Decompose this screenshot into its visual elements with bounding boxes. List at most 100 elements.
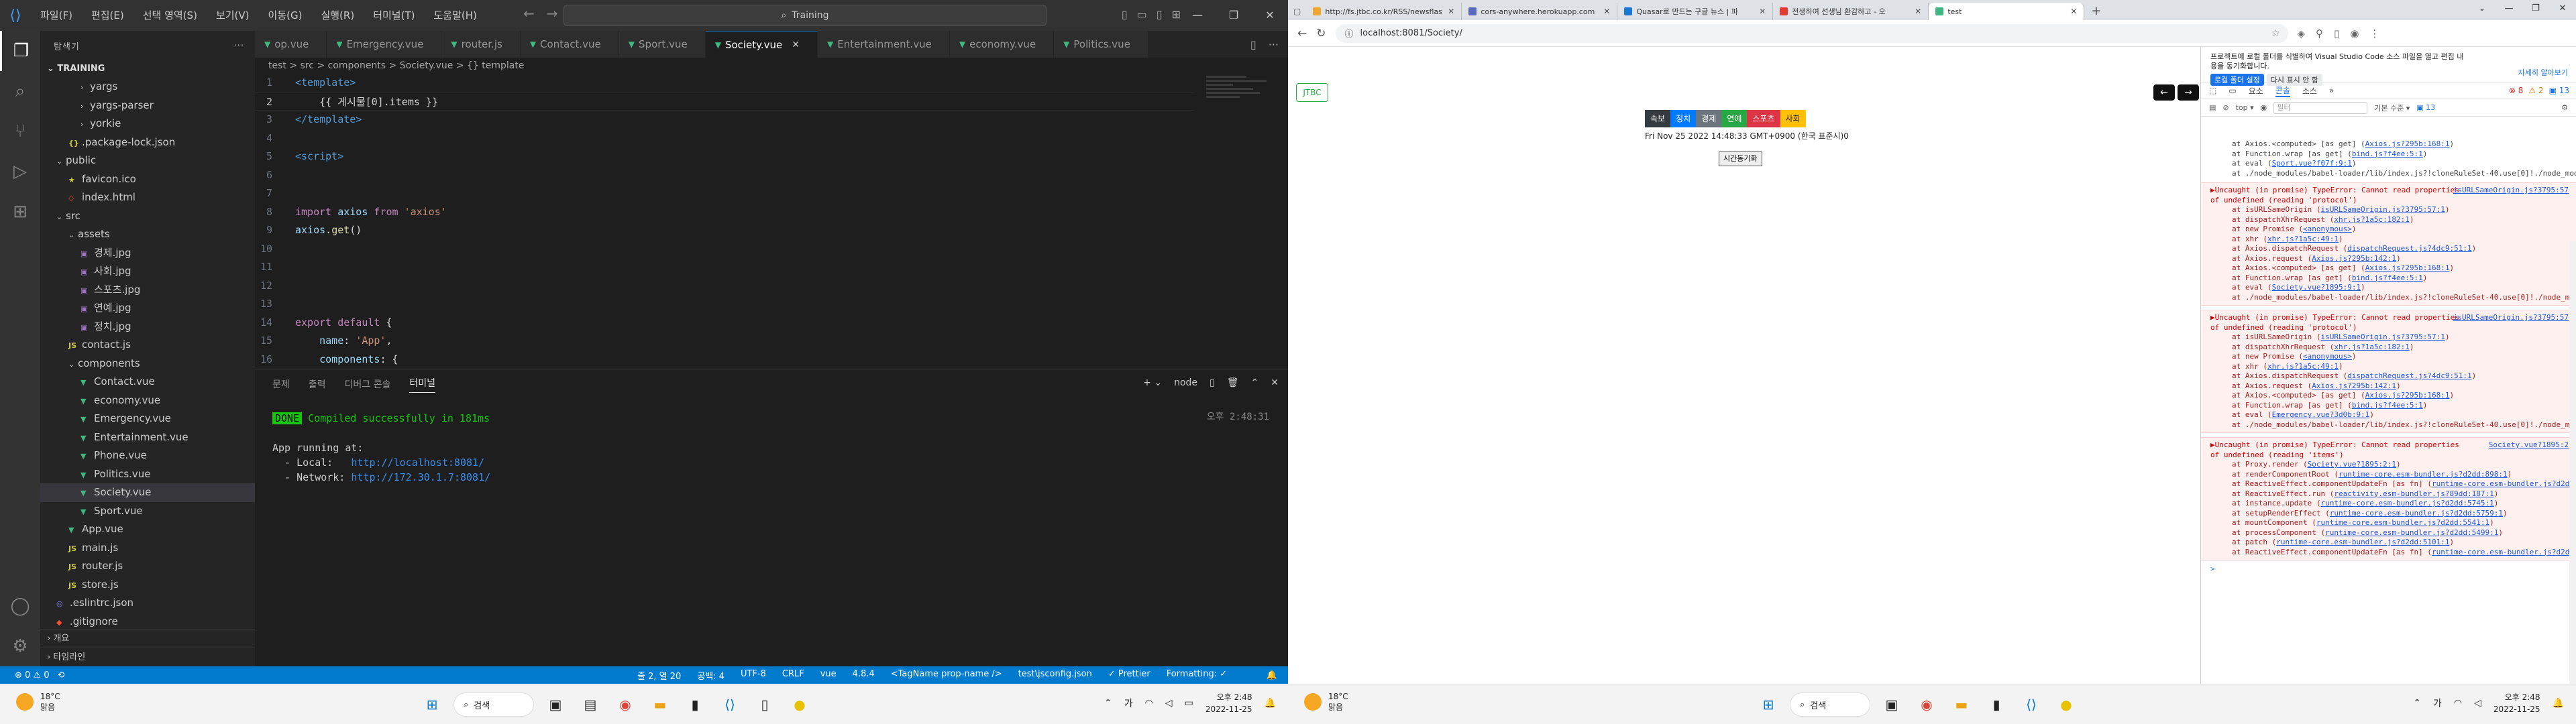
notification-bell-icon[interactable]: 🔔 [1267,670,1277,680]
source-link[interactable]: xhr.js?1a5c:182:1 [2334,215,2410,224]
source-link[interactable]: xhr.js?1a5c:49:1 [2267,362,2339,371]
issues-badge[interactable]: ▣ 13 [2416,103,2435,112]
file-tree-item[interactable]: JS contact.js [40,336,255,355]
code-line[interactable]: 12 [255,277,1194,296]
console-error[interactable]: ▶Uncaught (in promise) TypeError: Cannot… [2201,437,2576,560]
menu-item[interactable]: 선택 영역(S) [133,0,207,31]
file-tree-item[interactable]: ▣ 연예.jpg [40,299,255,318]
command-center-search[interactable]: ⌕ Training [564,5,1046,26]
sidepanel-icon[interactable]: ▯ [2334,27,2339,40]
console-error[interactable]: ▶Uncaught (in promise) TypeError: Cannot… [2201,182,2576,306]
toggle-sidebar-icon[interactable]: ▯ [1122,8,1128,21]
status-item[interactable]: UTF-8 [741,669,766,682]
reload-icon[interactable]: ↻ [1316,27,1326,40]
notification-bell-icon[interactable]: 🔔 [1265,698,1276,709]
file-tree-item[interactable]: ⌄ src [40,207,255,226]
close-icon[interactable]: ✕ [1252,0,1288,31]
live-share-icon[interactable]: ⟲ [58,670,65,680]
panel-tab[interactable]: 문제 [272,377,290,391]
source-control-icon[interactable]: ⑂ [0,111,40,152]
close-tab-icon[interactable]: ✕ [1915,7,1921,16]
file-tree-item[interactable]: {} .package-lock.json [40,133,255,152]
console-settings-gear-icon[interactable]: ⚙ [2561,103,2568,112]
vscode-icon[interactable]: ⟨⟩ [716,691,743,718]
status-item[interactable]: Formatting: ✓ [1167,669,1227,682]
code-line[interactable]: 1 <template> [255,74,1194,93]
source-link[interactable]: dispatchRequest.js?4dc9:51:1 [2347,244,2471,253]
count-badge[interactable]: ▣ 13 [2549,86,2569,95]
more-tabs-icon[interactable]: » [2329,86,2334,95]
clock[interactable]: 오후 2:48 2022-11-25 [1205,691,1252,715]
code-line[interactable]: 8 import axios from 'axios' [255,203,1194,222]
account-icon[interactable]: ◯ [0,586,40,626]
wifi-icon[interactable]: ◠ [2454,698,2462,709]
kakaotalk-icon[interactable]: ● [2053,691,2080,718]
log-level-select[interactable]: 기본 수준 ▾ [2374,103,2410,113]
file-tree-item[interactable]: ▣ 스포츠.jpg [40,281,255,300]
notification-bell-icon[interactable]: 🔔 [2553,698,2564,709]
problems-status[interactable]: ⊗ 0 ⚠ 0 [15,670,50,680]
forward-arrow-icon[interactable]: → [547,5,558,21]
source-link[interactable]: reactivity.esm-bundler.js?89dd:187:1 [2334,489,2493,498]
toggle-secondary-icon[interactable]: ▯ [1157,8,1163,21]
status-item[interactable]: <TagName prop-name /> [891,669,1002,682]
minimize-icon[interactable]: ⌄ [2469,0,2496,17]
source-link[interactable]: Society.vue?1895:9:1 [2272,283,2361,292]
status-item[interactable]: 4.8.4 [853,669,875,682]
source-link[interactable]: bind.js?f4ee:5:1 [2352,149,2423,158]
console-log[interactable]: at Axios.<computed> [as get] (Axios.js?2… [2201,139,2576,678]
ime-indicator[interactable]: 가 [2433,697,2442,710]
menu-item[interactable]: 보기(V) [207,0,259,31]
prev-arrow-icon[interactable]: ← [2153,84,2175,101]
editor-tab[interactable]: ▼ router.js [441,31,521,58]
file-tree-item[interactable]: ◆ .gitignore [40,613,255,631]
source-link[interactable]: Society.vue?1895:2:1 [2308,460,2396,469]
kakaotalk-icon[interactable]: ● [786,691,813,718]
minimize-icon[interactable]: — [1179,0,1216,31]
menu-item[interactable]: 도움말(H) [424,0,486,31]
source-link[interactable]: runtime-core.esm-bundler.js?d2dd:5541:1 [2316,518,2489,527]
source-link[interactable]: Axios.js?295b:142:1 [2312,254,2396,263]
code-line[interactable]: 10 [255,240,1194,259]
count-badge[interactable]: ⊗ 8 [2509,86,2524,95]
back-arrow-icon[interactable]: ← [1297,27,1307,40]
restore-icon[interactable]: ❐ [1216,0,1252,31]
close-tab-icon[interactable]: ✕ [792,40,800,50]
store-icon[interactable]: ▤ [577,691,604,718]
extension-icon[interactable]: ◈ [2298,27,2306,40]
explorer-icon[interactable]: ❐ [0,31,40,71]
minimize-icon[interactable]: — [2496,0,2522,17]
browser-tab[interactable]: cors-anywhere.herokuapp.com ✕ [1462,3,1618,20]
menu-kebab-icon[interactable]: ⋮ [2369,27,2379,40]
browser-tab[interactable]: test ✕ [1929,3,2085,20]
status-item[interactable]: 줄 2, 열 20 [637,669,681,682]
source-link[interactable]: xhr.js?1a5c:182:1 [2334,343,2410,351]
devtools-tab[interactable]: 소스 [2302,85,2317,97]
browser-tab[interactable]: Quasar로 만드는 구글 뉴스 | 파 ✕ [1617,3,1774,20]
source-link[interactable]: runtime-core.esm-bundler.js?d2dd:898:1 [2339,470,2508,479]
search-icon[interactable]: ⌕ [0,71,40,111]
status-item[interactable]: 공백: 4 [697,669,724,682]
editor-tab[interactable]: ▼ Emergency.vue [327,31,442,58]
code-line[interactable]: 4 [255,129,1194,148]
source-link[interactable]: xhr.js?1a5c:49:1 [2267,235,2339,243]
editor-tab[interactable]: ▼ Contact.vue [520,31,619,58]
file-tree-item[interactable]: ⌄ components [40,355,255,373]
browser-tab[interactable]: http://fs.jtbc.co.kr/RSS/newsflas ✕ [1306,3,1462,20]
file-tree-item[interactable]: JS main.js [40,539,255,558]
console-filter-input[interactable]: 필터 [2273,101,2368,114]
error-source-link[interactable]: isURLSameOrigin.js?3795:57 [2453,186,2569,194]
console-error[interactable]: ▶Uncaught (in promise) TypeError: Cannot… [2201,310,2576,433]
source-link[interactable]: runtime-core.esm-bundler.js?d2dd:5631:1 [2432,479,2576,488]
next-arrow-icon[interactable]: → [2178,84,2199,101]
file-tree-item[interactable]: ▣ 정치.jpg [40,318,255,337]
category-button[interactable]: 사회 [1780,110,1806,127]
code-line[interactable]: 7 [255,184,1194,203]
source-link[interactable]: <anonymous> [2303,352,2352,361]
device-icon[interactable]: ▭ [2229,86,2236,95]
code-line[interactable]: 3 </template> [255,111,1194,129]
sidebar-toggle-icon[interactable]: ▤ [2209,103,2216,112]
notepad-icon[interactable]: ▯ [751,691,778,718]
source-link[interactable]: bind.js?f4ee:5:1 [2352,274,2423,282]
panel-tab[interactable]: 터미널 [409,376,436,393]
